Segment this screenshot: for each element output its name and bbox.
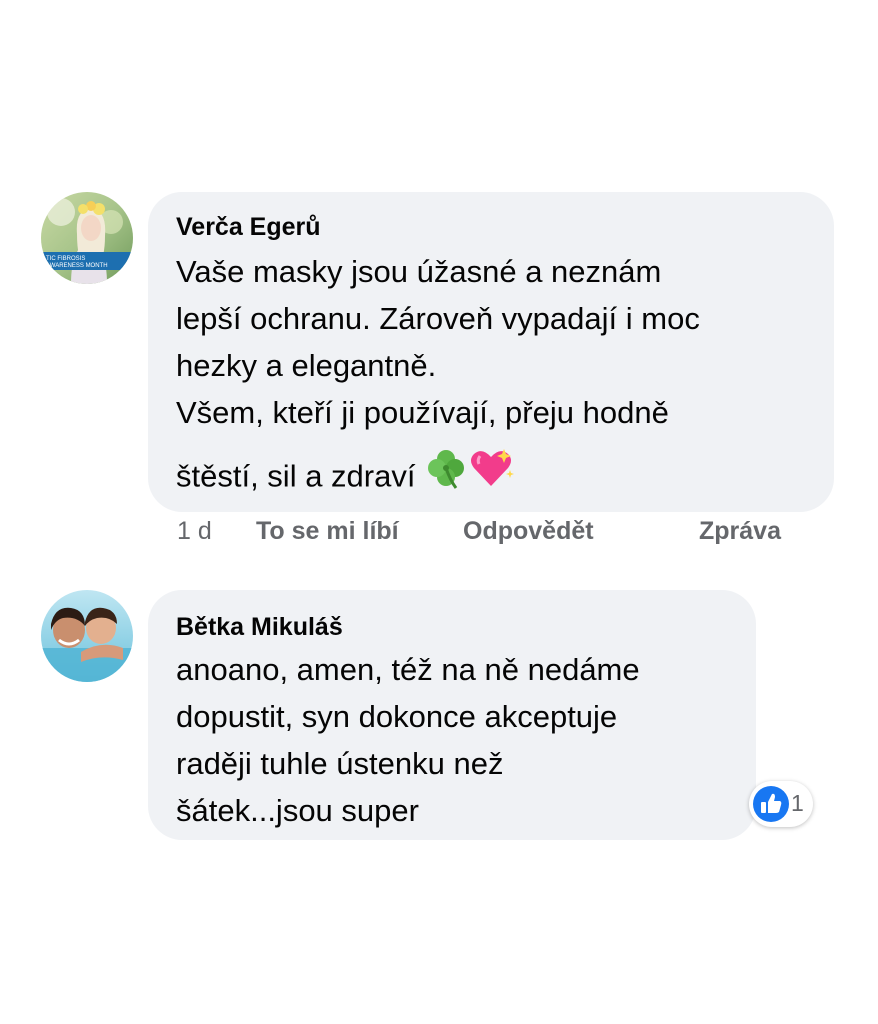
message-button[interactable]: Zpráva	[699, 517, 781, 546]
avatar-betka[interactable]	[41, 590, 133, 682]
comment-line: šátek...jsou super	[176, 793, 419, 828]
four-leaf-clover-icon	[424, 446, 468, 503]
comment-text: Vaše masky jsou úžasné a neznám lepší oc…	[176, 248, 700, 507]
comment-line: hezky a elegantně.	[176, 348, 437, 383]
comment-line: lepší ochranu. Zároveň vypadají i moc	[176, 301, 700, 336]
comment-line: Vaše masky jsou úžasné a neznám	[176, 254, 662, 289]
sparkling-heart-icon	[468, 446, 515, 503]
avatar-badge-text-1: TIC FIBROSIS	[46, 256, 85, 262]
comment-line: štěstí, sil a zdraví	[176, 458, 416, 494]
comment-bubble-verca: Verča Egerů Vaše masky jsou úžasné a nez…	[148, 192, 834, 512]
comment-line: dopustit, syn dokonce akceptuje	[176, 699, 618, 734]
avatar-betka-image	[41, 590, 133, 682]
like-button[interactable]: To se mi líbí	[256, 517, 399, 546]
comment-line: anoano, amen, též na ně nedáme	[176, 652, 640, 687]
comment-author[interactable]: Verča Egerů	[176, 212, 321, 242]
comment-bubble-betka: Bětka Mikuláš anoano, amen, též na ně ne…	[148, 590, 756, 840]
avatar-badge-text-2: AWARENESS MONTH	[46, 263, 108, 269]
comment-author[interactable]: Bětka Mikuláš	[176, 612, 343, 642]
comment-text: anoano, amen, též na ně nedáme dopustit,…	[176, 646, 640, 834]
avatar-verca[interactable]: TIC FIBROSIS AWARENESS MONTH	[41, 192, 133, 284]
comment-line: raději tuhle ústenku než	[176, 746, 504, 781]
reaction-count: 1	[791, 790, 804, 816]
comment-line-with-emoji: štěstí, sil a zdraví	[176, 449, 700, 507]
comments-thread: TIC FIBROSIS AWARENESS MONTH Verča Egerů…	[0, 0, 878, 1024]
avatar-verca-image: TIC FIBROSIS AWARENESS MONTH	[41, 192, 133, 284]
thumbs-up-icon	[752, 785, 790, 828]
comment-line: Všem, kteří ji používají, přeju hodně	[176, 395, 669, 430]
reply-button[interactable]: Odpovědět	[463, 517, 594, 546]
reaction-count-badge[interactable]: 1	[749, 781, 813, 827]
comment-timestamp[interactable]: 1 d	[177, 517, 212, 546]
